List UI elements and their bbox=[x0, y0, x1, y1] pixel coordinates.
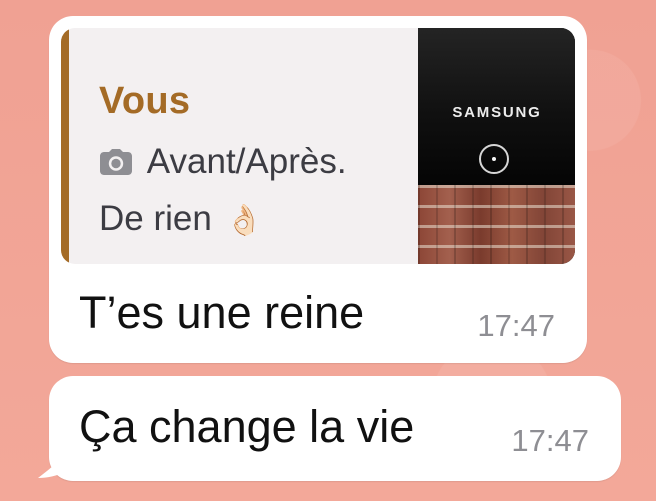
quoted-message[interactable]: Vous Avant/Après. De rien 👌🏻 SAMSUNG bbox=[61, 28, 575, 264]
quoted-author: Vous bbox=[99, 80, 191, 122]
quote-accent-bar bbox=[61, 28, 69, 264]
quoted-follow-up-line: De rien 👌🏻 bbox=[99, 199, 263, 239]
power-button-icon bbox=[479, 144, 509, 174]
camera-icon bbox=[99, 145, 133, 175]
quoted-caption-text: Avant/Après. bbox=[146, 142, 347, 181]
ok-hand-icon: 👌🏻 bbox=[225, 204, 263, 237]
quoted-caption-line: Avant/Après. bbox=[99, 142, 347, 182]
message-text: Ça change la vie bbox=[79, 401, 415, 452]
message-text: T’es une reine bbox=[79, 287, 365, 338]
quoted-photo-thumbnail[interactable]: SAMSUNG bbox=[418, 28, 575, 264]
bubble-tail-icon bbox=[38, 445, 71, 478]
message-bubble-1[interactable]: Vous Avant/Après. De rien 👌🏻 SAMSUNG T’e… bbox=[49, 16, 587, 363]
message-bubble-2[interactable]: Ça change la vie 17:47 bbox=[49, 376, 621, 481]
quoted-follow-up-text: De rien bbox=[99, 199, 212, 238]
message-time: 17:47 bbox=[511, 423, 589, 458]
message-time: 17:47 bbox=[477, 308, 555, 343]
samsung-logo: SAMSUNG bbox=[452, 104, 542, 121]
brick-wall-image bbox=[418, 185, 575, 264]
